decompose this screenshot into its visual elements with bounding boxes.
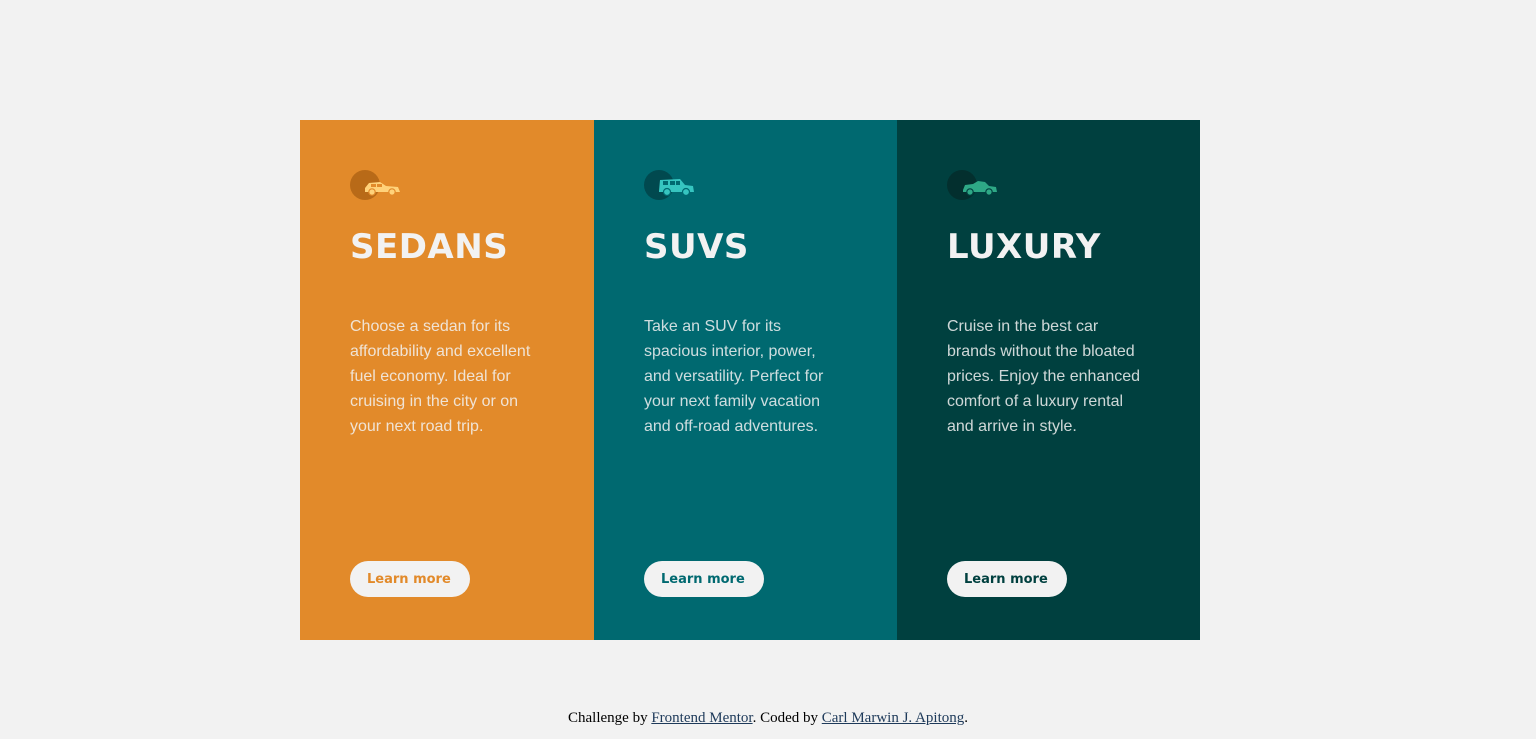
learn-more-button-luxury[interactable]: Learn more xyxy=(947,561,1067,597)
suv-car-icon xyxy=(644,170,708,202)
card-suvs: SUVS Take an SUV for its spacious interi… xyxy=(594,120,897,640)
author-link[interactable]: Carl Marwin J. Apitong xyxy=(822,710,965,726)
card-title: SUVS xyxy=(644,227,749,267)
card-luxury: LUXURY Cruise in the best car brands wit… xyxy=(897,120,1200,640)
learn-more-button-suvs[interactable]: Learn more xyxy=(644,561,764,597)
card-sedans: SEDANS Choose a sedan for its affordabil… xyxy=(300,120,594,640)
luxury-car-icon xyxy=(947,170,1011,202)
card-description: Take an SUV for its spacious interior, p… xyxy=(644,318,824,435)
attribution-prefix: Challenge by xyxy=(568,710,652,726)
learn-more-button-sedans[interactable]: Learn more xyxy=(350,561,470,597)
attribution: Challenge by Frontend Mentor. Coded by C… xyxy=(0,710,1536,727)
card-description: Choose a sedan for its affordability and… xyxy=(350,318,531,435)
attribution-suffix: . xyxy=(964,710,968,726)
card-title: LUXURY xyxy=(947,227,1101,267)
cards-container: SEDANS Choose a sedan for its affordabil… xyxy=(300,120,1200,640)
sedan-car-icon xyxy=(350,170,414,202)
frontend-mentor-link[interactable]: Frontend Mentor xyxy=(651,710,752,726)
attribution-middle: . Coded by xyxy=(752,710,822,726)
card-description: Cruise in the best car brands without th… xyxy=(947,318,1141,435)
card-title: SEDANS xyxy=(350,227,509,267)
